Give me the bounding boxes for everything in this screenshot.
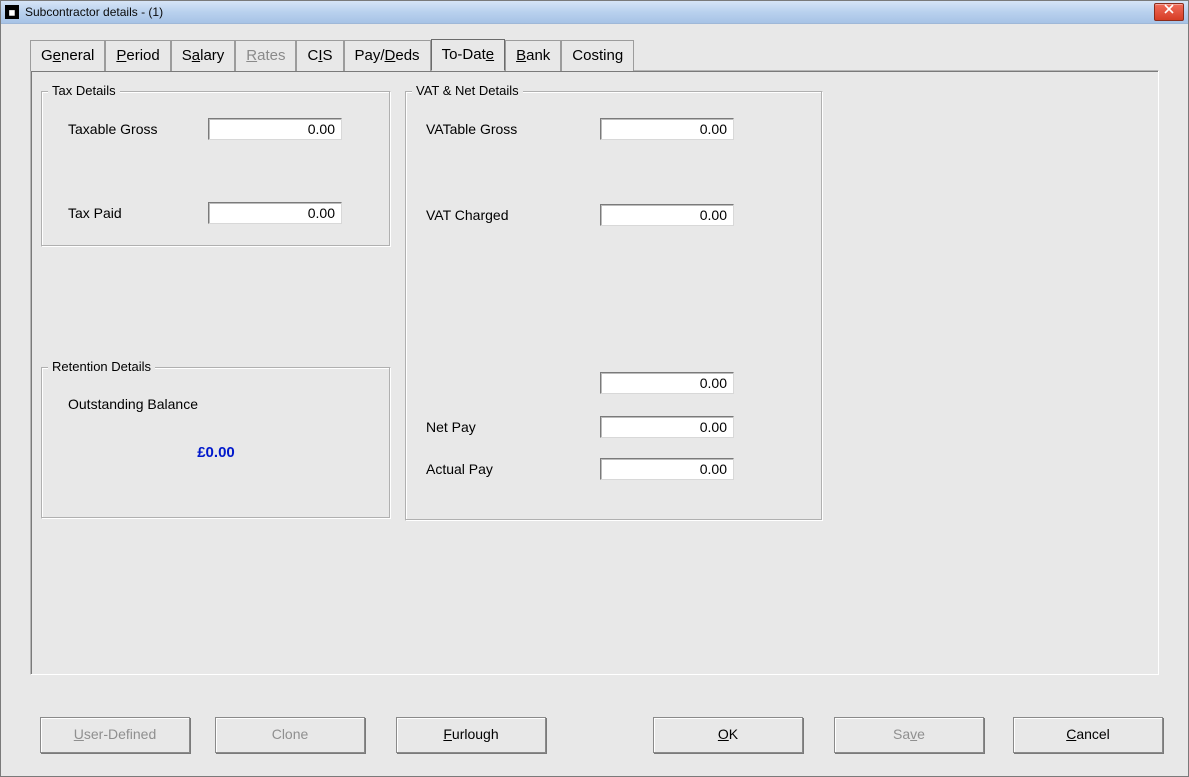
row-tax-paid: Tax Paid: [68, 200, 378, 226]
tab-to-date[interactable]: To-Date: [431, 39, 506, 71]
tab-bank[interactable]: Bank: [505, 40, 561, 71]
close-icon: [1164, 4, 1174, 14]
title-bar: ◼ Subcontractor details - (1): [1, 1, 1188, 24]
group-retention-details: Retention Details Outstanding Balance £0…: [41, 367, 391, 519]
row-actual-pay: Actual Pay: [426, 456, 810, 482]
row-net-pay: Net Pay: [426, 414, 810, 440]
group-legend: VAT & Net Details: [412, 83, 523, 98]
group-tax-details: Tax Details Taxable Gross Tax Paid: [41, 91, 391, 247]
group-legend: Retention Details: [48, 359, 155, 374]
label-net-pay: Net Pay: [426, 419, 600, 435]
app-icon: ◼: [5, 5, 19, 19]
row-taxable-gross: Taxable Gross: [68, 116, 378, 142]
label-taxable-gross: Taxable Gross: [68, 121, 208, 137]
input-net-pay[interactable]: [600, 416, 734, 438]
tab-period[interactable]: Period: [105, 40, 170, 71]
save-button[interactable]: Save: [834, 717, 984, 753]
tab-general[interactable]: General: [30, 40, 105, 71]
input-unlabeled[interactable]: [600, 372, 734, 394]
label-vatable-gross: VATable Gross: [426, 121, 600, 137]
label-vat-charged: VAT Charged: [426, 207, 600, 223]
tab-strip: General Period Salary Rates CIS Pay/Deds…: [30, 38, 634, 70]
tab-panel: Tax Details Taxable Gross Tax Paid Reten…: [30, 70, 1159, 675]
value-outstanding-balance: £0.00: [42, 444, 390, 461]
input-vatable-gross[interactable]: [600, 118, 734, 140]
label-outstanding-balance: Outstanding Balance: [68, 396, 198, 412]
client-area: General Period Salary Rates CIS Pay/Deds…: [2, 24, 1187, 775]
group-vat-net-details: VAT & Net Details VATable Gross VAT Char…: [405, 91, 823, 521]
user-defined-button[interactable]: User-Defined: [40, 717, 190, 753]
input-actual-pay[interactable]: [600, 458, 734, 480]
input-tax-paid[interactable]: [208, 202, 342, 224]
dialog-window: ◼ Subcontractor details - (1) General Pe…: [0, 0, 1189, 777]
window-title: Subcontractor details - (1): [25, 5, 163, 19]
group-legend: Tax Details: [48, 83, 120, 98]
furlough-button[interactable]: Furlough: [396, 717, 546, 753]
tab-cis[interactable]: CIS: [296, 40, 343, 71]
tab-costing[interactable]: Costing: [561, 40, 634, 71]
close-button[interactable]: [1154, 3, 1184, 21]
tab-rates: Rates: [235, 40, 296, 71]
row-vat-charged: VAT Charged: [426, 202, 810, 228]
row-vatable-gross: VATable Gross: [426, 116, 810, 142]
tab-paydeds[interactable]: Pay/Deds: [344, 40, 431, 71]
tab-salary[interactable]: Salary: [171, 40, 236, 71]
button-bar: User-Defined Clone Furlough OK Save Canc…: [2, 717, 1187, 757]
input-taxable-gross[interactable]: [208, 118, 342, 140]
input-vat-charged[interactable]: [600, 204, 734, 226]
ok-button[interactable]: OK: [653, 717, 803, 753]
label-actual-pay: Actual Pay: [426, 461, 600, 477]
clone-button[interactable]: Clone: [215, 717, 365, 753]
cancel-button[interactable]: Cancel: [1013, 717, 1163, 753]
label-tax-paid: Tax Paid: [68, 205, 208, 221]
row-unlabeled: [426, 370, 810, 396]
